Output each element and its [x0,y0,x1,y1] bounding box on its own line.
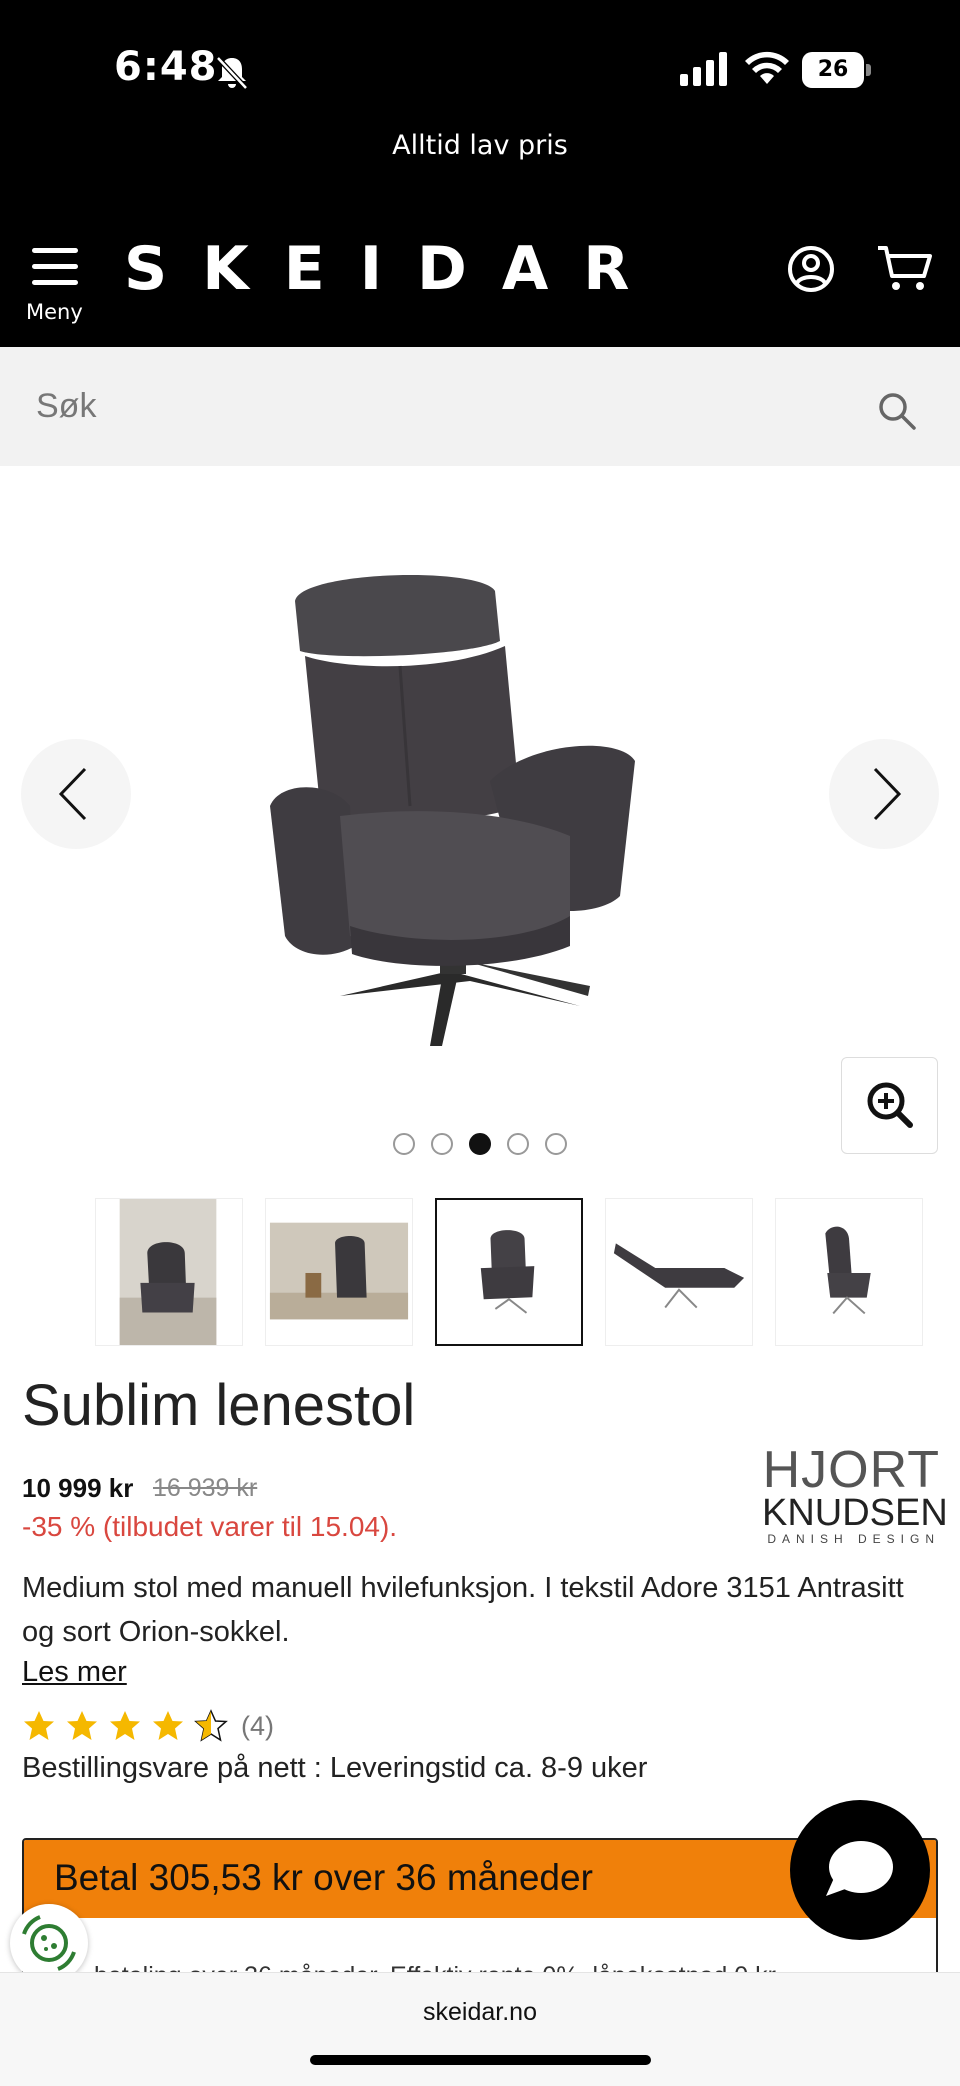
promo-banner: Alltid lav pris [392,130,568,161]
chat-bubble-icon [826,1841,893,1896]
gallery-prev-button[interactable] [21,739,131,849]
thumbnail-chair-image [480,1230,535,1314]
star-half-icon [194,1709,228,1742]
product-gallery [0,466,960,1186]
gallery-dot[interactable] [545,1133,567,1155]
brand-logo[interactable]: HJORT KNUDSEN DANISH DESIGN [762,1444,948,1552]
gallery-dot-active[interactable] [469,1133,491,1155]
gallery-next-button[interactable] [829,739,939,849]
cart-icon[interactable] [876,244,934,294]
read-more-link[interactable]: Les mer [22,1656,127,1689]
gallery-pagination [0,1133,960,1155]
chat-button[interactable] [790,1800,930,1940]
account-icon[interactable] [786,244,836,294]
search-bar [0,347,960,466]
thumbnail[interactable] [605,1198,753,1346]
battery-level: 26 [802,52,864,88]
financing-headline: Betal 305,53 kr over 36 måneder [54,1857,593,1898]
cellular-signal-icon [680,52,727,86]
bell-muted-icon [216,56,248,90]
product-image[interactable] [270,566,690,1066]
menu-label: Meny [26,300,83,324]
chevron-left-icon [58,767,87,821]
top-header-area: 6:48 26 Alltid lav pris Meny SKEIDAR [0,0,960,347]
search-input[interactable] [24,373,844,439]
star-full-icon [24,1711,54,1740]
thumbnail[interactable] [95,1198,243,1346]
search-icon[interactable] [876,390,918,432]
current-price: 10 999 kr [22,1473,134,1503]
cookie-icon [22,1915,76,1971]
star-full-icon [110,1711,140,1740]
menu-button[interactable]: Meny [24,240,88,328]
thumbnail-active[interactable] [435,1198,583,1346]
browser-bottom-bar [0,1972,960,2086]
thumbnail-room-image [119,1199,217,1345]
status-time: 6:48 [114,44,218,90]
availability-text: Bestillingsvare på nett : Leveringstid c… [22,1752,648,1784]
product-description: Medium stol med manuell hvilefunksjon. I… [22,1572,904,1648]
original-price: 16 939 kr [153,1474,258,1502]
chevron-right-icon [873,767,902,821]
thumbnail-side-image [825,1226,871,1315]
product-title: Sublim lenestol [22,1373,416,1438]
thumbnail-strip [95,1198,945,1346]
browser-url[interactable]: skeidar.no [0,1998,960,2027]
discount-text: -35 % (tilbudet varer til 15.04). [22,1511,398,1542]
star-full-icon [153,1711,183,1740]
star-full-icon [67,1711,97,1740]
gallery-dot[interactable] [393,1133,415,1155]
thumbnail[interactable] [265,1198,413,1346]
thumbnail-wide-room-image [269,1222,409,1320]
rating-stars[interactable]: (4) [22,1706,274,1746]
gallery-dot[interactable] [431,1133,453,1155]
battery-icon: 26 [802,52,872,88]
home-indicator[interactable] [310,2055,651,2065]
wifi-icon [745,51,789,84]
skeidar-logo[interactable]: SKEIDAR [124,234,664,304]
gallery-dot[interactable] [507,1133,529,1155]
cookie-settings-button[interactable] [10,1904,88,1982]
thumbnail-reclined-image [613,1243,745,1309]
thumbnail[interactable] [775,1198,923,1346]
review-count[interactable]: (4) [241,1711,274,1742]
